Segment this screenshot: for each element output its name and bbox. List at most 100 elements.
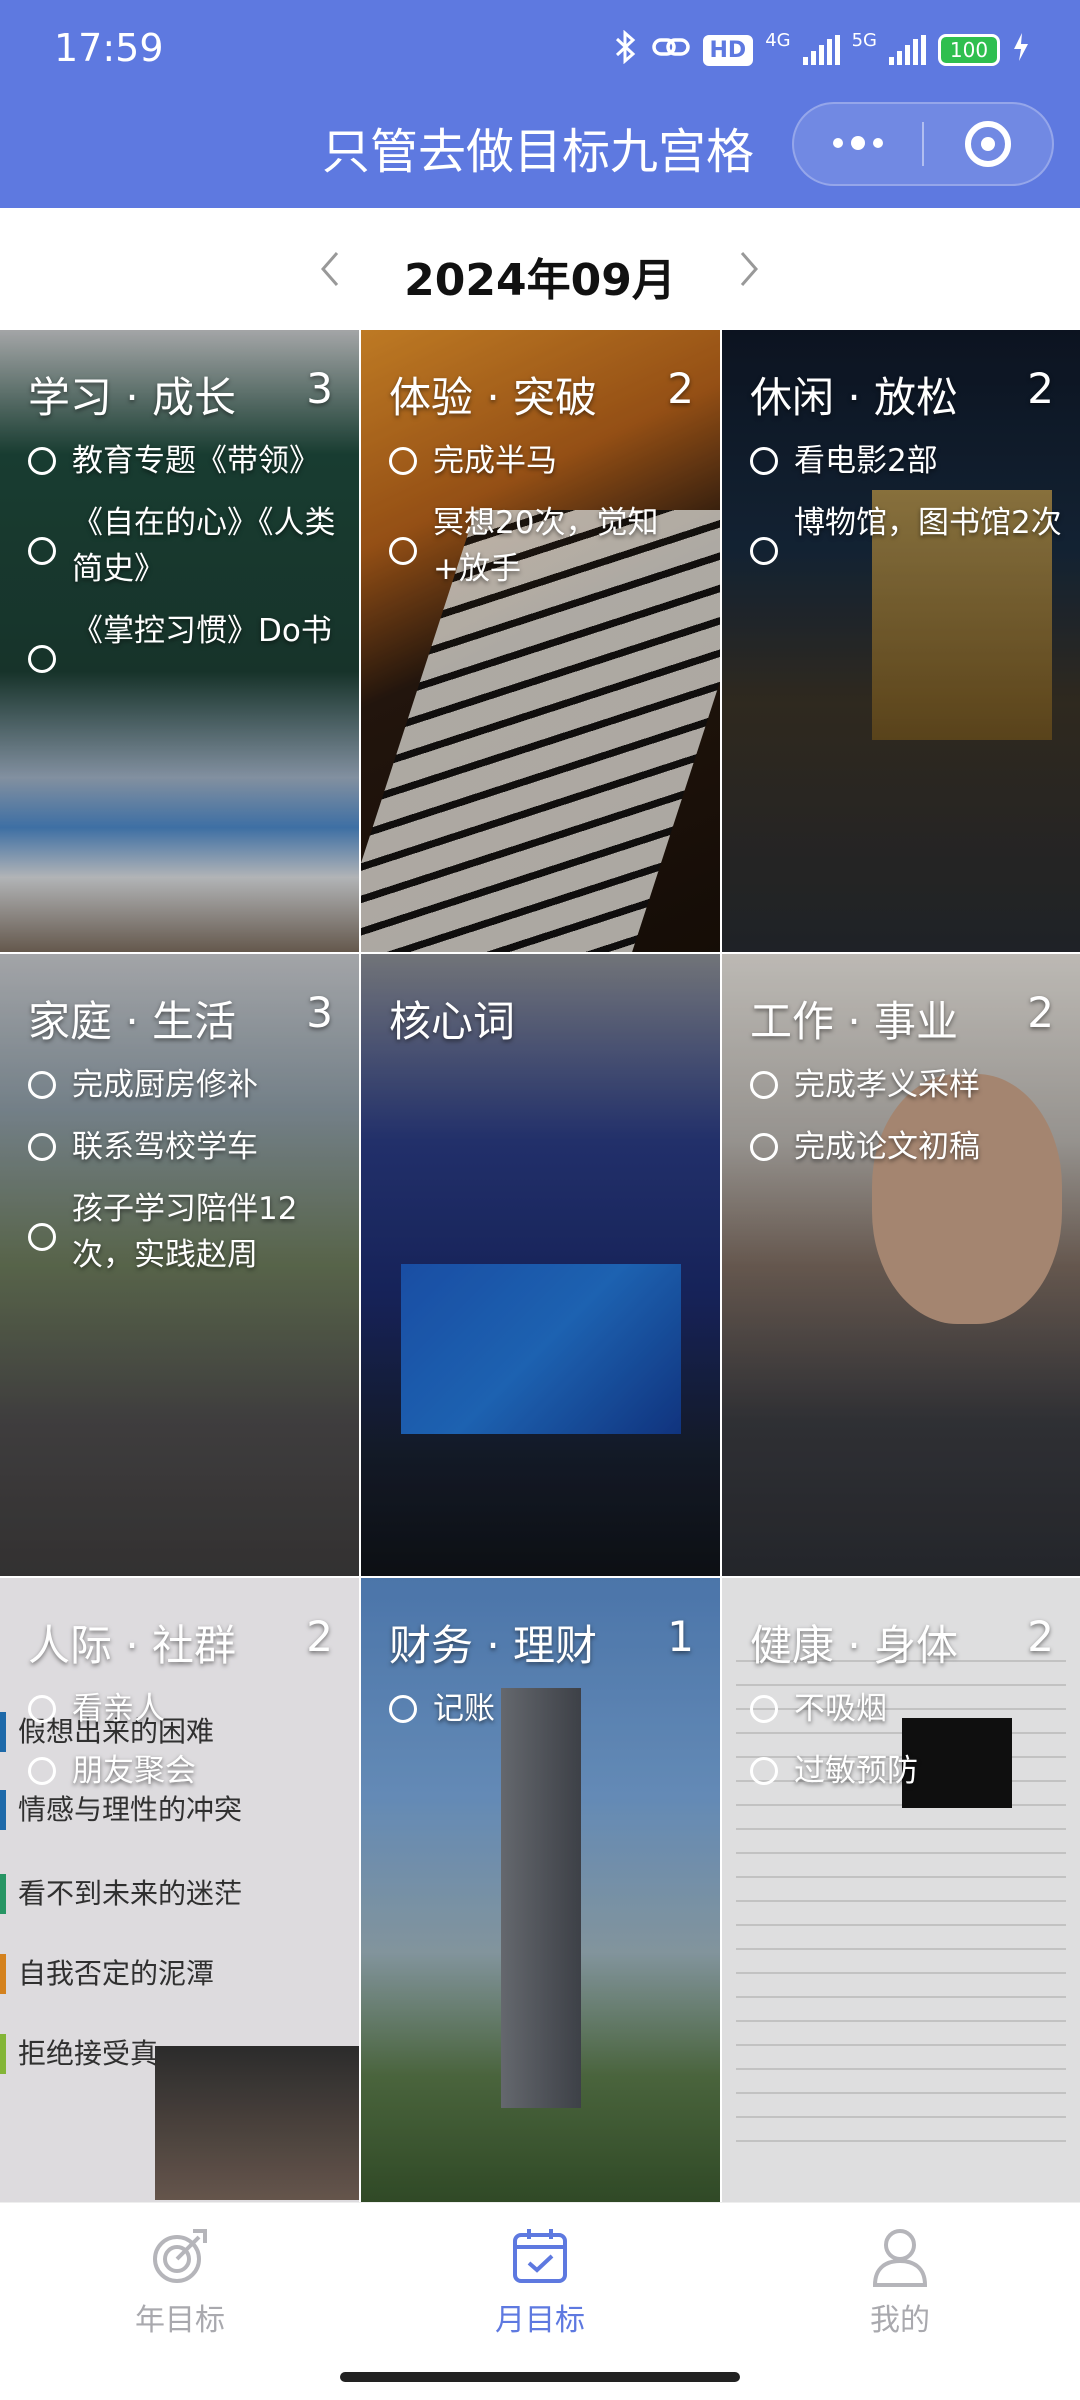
cell-title: 体验 · 突破 <box>389 373 598 422</box>
goal-grid: 学习 · 成长 3 教育专题《带领》 《自在的心》《人类简史》 《掌控习惯》Do… <box>0 330 1080 2202</box>
checkbox-circle-icon[interactable] <box>389 537 417 565</box>
cell-header: 财务 · 理财 1 <box>389 1612 694 1673</box>
chevron-right-icon <box>740 252 758 286</box>
goal-item[interactable]: 看电影2部 <box>750 438 1062 484</box>
cell-header: 体验 · 突破 2 <box>389 364 694 425</box>
cell-header: 工作 · 事业 2 <box>750 988 1054 1049</box>
tab-month-goals[interactable]: 月目标 <box>410 2223 670 2339</box>
checkbox-circle-icon[interactable] <box>750 1695 778 1723</box>
goal-item[interactable]: 完成半马 <box>389 438 702 484</box>
goal-item[interactable]: 记账 <box>389 1686 702 1732</box>
goal-list: 完成厨房修补 联系驾校学车 孩子学习陪伴12次，实践赵周 <box>28 1062 341 1294</box>
goal-item[interactable]: 完成孝义采样 <box>750 1062 1062 1108</box>
cell-count: 2 <box>306 1612 333 1661</box>
next-month-button[interactable] <box>722 242 776 296</box>
goal-item[interactable]: 完成论文初稿 <box>750 1124 1062 1170</box>
goal-list: 看亲人 朋友聚会 <box>28 1686 341 1810</box>
tab-profile[interactable]: 我的 <box>770 2223 1030 2339</box>
goal-item[interactable]: 《自在的心》《人类简史》 <box>28 500 341 592</box>
cell-title: 家庭 · 生活 <box>28 997 237 1046</box>
checkbox-circle-icon[interactable] <box>750 447 778 475</box>
checkbox-circle-icon[interactable] <box>28 1071 56 1099</box>
cell-header: 学习 · 成长 3 <box>28 364 333 425</box>
miniprogram-capsule <box>792 102 1054 186</box>
cell-title: 核心词 <box>389 997 516 1046</box>
cell-header: 核心词 <box>389 988 694 1049</box>
checkbox-circle-icon[interactable] <box>750 537 778 565</box>
tab-label: 年目标 <box>135 2303 225 2338</box>
calendar-check-icon <box>507 2223 573 2289</box>
bottom-tab-bar: 年目标 月目标 我的 <box>0 2202 1080 2400</box>
checkbox-circle-icon[interactable] <box>28 1695 56 1723</box>
battery-icon: 100 <box>938 34 1000 66</box>
goal-item[interactable]: 联系驾校学车 <box>28 1124 341 1170</box>
cell-title: 休闲 · 放松 <box>750 373 959 422</box>
goal-item[interactable]: 过敏预防 <box>750 1748 1062 1794</box>
status-time: 17:59 <box>54 26 164 70</box>
goal-list: 记账 <box>389 1686 702 1748</box>
checkbox-circle-icon[interactable] <box>28 645 56 673</box>
network-4g-label: 4G <box>765 30 791 51</box>
goal-item[interactable]: 看亲人 <box>28 1686 341 1732</box>
grid-cell-social[interactable]: 假想出来的困难 情感与理性的冲突 看不到未来的迷茫 自我否定的泥潭 拒绝接受真 … <box>0 1578 359 2202</box>
grid-cell-health[interactable]: 健康 · 身体 2 不吸烟 过敏预防 <box>722 1578 1080 2202</box>
goal-item[interactable]: 博物馆，图书馆2次 <box>750 500 1062 565</box>
goal-list: 完成孝义采样 完成论文初稿 <box>750 1062 1062 1186</box>
grid-cell-finance[interactable]: 财务 · 理财 1 记账 <box>361 1578 720 2202</box>
link-icon <box>651 33 691 67</box>
checkbox-circle-icon[interactable] <box>389 1695 417 1723</box>
grid-cell-leisure[interactable]: 休闲 · 放松 2 看电影2部 博物馆，图书馆2次 <box>722 330 1080 952</box>
goal-item[interactable]: 朋友聚会 <box>28 1748 341 1794</box>
checkbox-circle-icon[interactable] <box>389 447 417 475</box>
checkbox-circle-icon[interactable] <box>28 537 56 565</box>
tab-year-goals[interactable]: 年目标 <box>50 2223 310 2339</box>
cell-title: 健康 · 身体 <box>750 1621 959 1670</box>
more-icon[interactable] <box>794 136 922 150</box>
target-icon <box>147 2223 213 2289</box>
cell-title: 工作 · 事业 <box>750 997 959 1046</box>
grid-cell-career[interactable]: 工作 · 事业 2 完成孝义采样 完成论文初稿 <box>722 954 1080 1576</box>
goal-list: 完成半马 冥想20次，觉知+放手 <box>389 438 702 608</box>
checkbox-circle-icon[interactable] <box>750 1133 778 1161</box>
status-icons: HD 4G 5G 100 <box>613 29 1031 70</box>
goal-item[interactable]: 《掌控习惯》Do书 <box>28 608 341 673</box>
checkbox-circle-icon[interactable] <box>750 1071 778 1099</box>
goal-item[interactable]: 孩子学习陪伴12次，实践赵周 <box>28 1186 341 1278</box>
network-5g-label: 5G <box>851 30 877 51</box>
cell-header: 休闲 · 放松 2 <box>750 364 1054 425</box>
app-header: 17:59 HD 4G 5G 100 只管去做目标九宫格 <box>0 0 1080 208</box>
goal-item[interactable]: 完成厨房修补 <box>28 1062 341 1108</box>
grid-cell-study[interactable]: 学习 · 成长 3 教育专题《带领》 《自在的心》《人类简史》 《掌控习惯》Do… <box>0 330 359 952</box>
cell-title: 财务 · 理财 <box>389 1621 598 1670</box>
signal-icon-2 <box>889 35 926 65</box>
signal-icon <box>802 35 840 65</box>
checkbox-circle-icon[interactable] <box>28 1223 56 1251</box>
cell-count: 3 <box>306 988 333 1037</box>
hd-voice-badge: HD <box>702 34 754 66</box>
tab-label: 月目标 <box>495 2303 585 2338</box>
home-indicator[interactable] <box>340 2372 740 2382</box>
cell-title: 人际 · 社群 <box>28 1621 237 1670</box>
grid-cell-experience[interactable]: 体验 · 突破 2 完成半马 冥想20次，觉知+放手 <box>361 330 720 952</box>
goal-item[interactable]: 不吸烟 <box>750 1686 1062 1732</box>
close-target-icon[interactable] <box>924 121 1052 167</box>
checkbox-circle-icon[interactable] <box>28 447 56 475</box>
cell-header: 家庭 · 生活 3 <box>28 988 333 1049</box>
goal-item[interactable]: 教育专题《带领》 <box>28 438 341 484</box>
goal-list: 教育专题《带领》 《自在的心》《人类简史》 《掌控习惯》Do书 <box>28 438 341 689</box>
goal-item[interactable]: 冥想20次，觉知+放手 <box>389 500 702 592</box>
bluetooth-icon <box>613 29 639 70</box>
cell-count: 1 <box>667 1612 694 1661</box>
grid-cell-core-word[interactable]: 核心词 <box>361 954 720 1576</box>
checkbox-circle-icon[interactable] <box>28 1133 56 1161</box>
current-month-label: 2024年09月 <box>404 255 676 306</box>
checkbox-circle-icon[interactable] <box>28 1757 56 1785</box>
user-icon <box>867 2223 933 2289</box>
charging-icon <box>1012 32 1030 68</box>
cell-title: 学习 · 成长 <box>28 373 237 422</box>
cell-header: 健康 · 身体 2 <box>750 1612 1054 1673</box>
checkbox-circle-icon[interactable] <box>750 1757 778 1785</box>
cell-count: 3 <box>306 364 333 413</box>
status-bar: 17:59 HD 4G 5G 100 <box>0 0 1080 100</box>
grid-cell-family[interactable]: 家庭 · 生活 3 完成厨房修补 联系驾校学车 孩子学习陪伴12次，实践赵周 <box>0 954 359 1576</box>
